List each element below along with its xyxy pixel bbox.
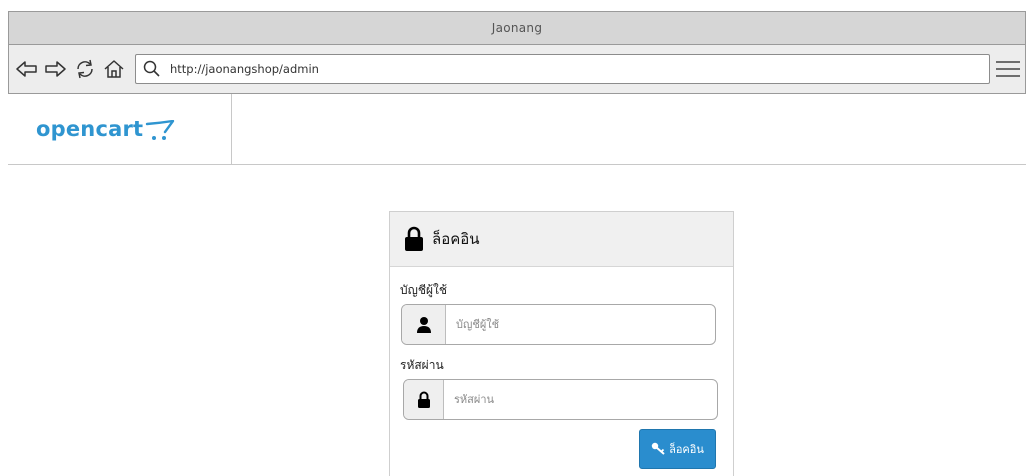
login-panel-header: ล็อคอิน <box>390 212 733 267</box>
browser-toolbar: http://jaonangshop/admin <box>8 45 1026 94</box>
refresh-button[interactable] <box>73 57 97 81</box>
password-addon <box>404 380 444 419</box>
home-icon <box>104 60 124 78</box>
password-input-group <box>403 379 718 420</box>
search-icon <box>143 60 160 77</box>
lock-icon <box>405 226 423 251</box>
home-button[interactable] <box>102 57 126 81</box>
back-button[interactable] <box>15 57 39 81</box>
forward-arrow-icon <box>45 61 66 77</box>
hamburger-menu-icon <box>996 61 1020 77</box>
password-input[interactable] <box>444 380 717 419</box>
address-bar[interactable]: http://jaonangshop/admin <box>135 54 990 84</box>
cart-icon <box>146 120 175 140</box>
password-label: รหัสผ่าน <box>400 358 444 372</box>
forward-button[interactable] <box>43 57 67 81</box>
user-icon <box>416 316 431 333</box>
login-button-label: ล็อคอิน <box>669 443 704 456</box>
browser-menu-button[interactable] <box>995 57 1021 81</box>
padlock-icon <box>417 391 430 408</box>
back-arrow-icon <box>16 61 37 77</box>
login-button[interactable]: ล็อคอิน <box>639 429 716 469</box>
address-url[interactable]: http://jaonangshop/admin <box>170 62 319 76</box>
login-panel: ล็อคอิน บัญชีผู้ใช้ รหัสผ่าน ล็อคอิน <box>389 211 734 476</box>
username-input[interactable] <box>446 305 715 344</box>
window-title-bar: Jaonang <box>8 11 1026 45</box>
brand-name: opencart <box>36 117 144 141</box>
username-label: บัญชีผู้ใช้ <box>400 283 448 297</box>
username-addon <box>402 305 446 344</box>
key-icon <box>651 442 665 455</box>
username-input-group <box>401 304 716 345</box>
page-header: opencart <box>8 94 1026 165</box>
window-title: Jaonang <box>491 21 543 35</box>
brand-logo[interactable]: opencart <box>8 94 232 164</box>
login-panel-title: ล็อคอิน <box>432 230 480 248</box>
refresh-icon <box>77 59 93 79</box>
